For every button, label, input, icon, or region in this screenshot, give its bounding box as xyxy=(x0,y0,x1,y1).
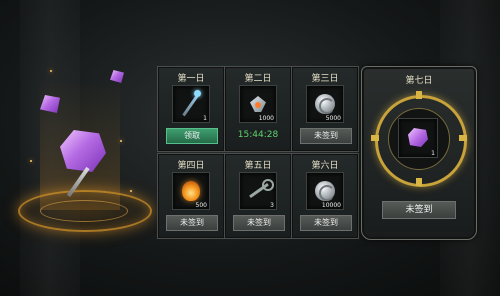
ring-tick xyxy=(371,135,379,141)
spark xyxy=(30,160,32,162)
reward-slot[interactable]: 1 xyxy=(172,85,210,123)
reward-quantity: 10000 xyxy=(321,202,341,209)
featured-reward-showcase xyxy=(0,40,160,280)
reward-slot[interactable]: 3 xyxy=(239,172,277,210)
day-title: 第五日 xyxy=(244,161,272,171)
day-title: 第二日 xyxy=(244,74,272,84)
platform-inner-ring xyxy=(40,200,128,222)
day-card-3: 第三日 5000 未签到 xyxy=(291,66,359,152)
ring-tick xyxy=(416,91,422,99)
unsigned-button[interactable]: 未签到 xyxy=(300,215,352,231)
reward-quantity: 500 xyxy=(195,202,207,209)
day-title: 第四日 xyxy=(177,161,205,171)
unsigned-button[interactable]: 未签到 xyxy=(233,215,285,231)
reward-quantity: 1 xyxy=(431,150,435,157)
ring-tick xyxy=(416,178,422,186)
ring-tick xyxy=(459,135,467,141)
reward-slot[interactable]: 1 xyxy=(398,118,438,158)
day-card-1: 第一日 1 领取 xyxy=(157,66,225,152)
spark xyxy=(120,140,122,142)
reward-slot[interactable]: 10000 xyxy=(306,172,344,210)
reward-quantity: 1000 xyxy=(258,115,274,122)
countdown-timer: 15:44:28 xyxy=(237,130,279,140)
reward-quantity: 1 xyxy=(203,115,207,122)
day-card-6: 第六日 10000 未签到 xyxy=(291,153,359,239)
unsigned-button[interactable]: 未签到 xyxy=(166,215,218,231)
unsigned-button[interactable]: 未签到 xyxy=(382,201,456,219)
reward-quantity: 3 xyxy=(270,202,274,209)
reward-slot[interactable]: 5000 xyxy=(306,85,344,123)
day-title: 第三日 xyxy=(311,74,339,84)
day-title: 第六日 xyxy=(311,161,339,171)
spark xyxy=(130,190,132,192)
purple-gem-icon xyxy=(399,119,435,155)
reward-slot[interactable]: 1000 xyxy=(239,85,277,123)
reward-quantity: 5000 xyxy=(325,115,341,122)
day-card-2: 第二日 1000 15:44:28 xyxy=(224,66,292,152)
day-title: 第七日 xyxy=(405,76,433,86)
claim-button[interactable]: 领取 xyxy=(166,128,218,144)
day-card-5: 第五日 3 未签到 xyxy=(224,153,292,239)
day-card-4: 第四日 500 未签到 xyxy=(157,153,225,239)
day-title: 第一日 xyxy=(177,74,205,84)
day-card-7: 第七日 1 未签到 xyxy=(361,66,477,240)
reward-slot[interactable]: 500 xyxy=(172,172,210,210)
unsigned-button[interactable]: 未签到 xyxy=(300,128,352,144)
spark xyxy=(50,70,52,72)
